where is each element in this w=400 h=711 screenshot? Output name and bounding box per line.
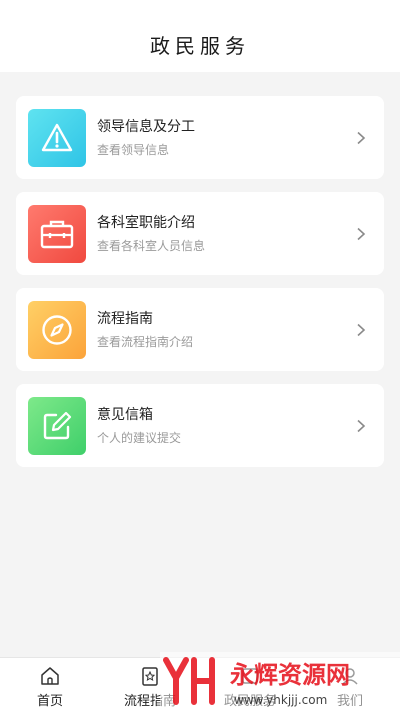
- card-subtitle: 个人的建议提交: [97, 430, 182, 445]
- user-icon: [342, 668, 358, 685]
- tab-about-us[interactable]: 我们: [300, 658, 400, 711]
- page-title: 政民服务: [150, 34, 250, 58]
- compass-icon: [28, 300, 86, 359]
- card-title: 流程指南: [97, 310, 153, 327]
- tab-label: 我们: [336, 694, 363, 709]
- card-subtitle: 查看领导信息: [97, 142, 170, 157]
- service-icon: [242, 668, 258, 684]
- card-suggestion-box[interactable]: 意见信箱 个人的建议提交: [16, 384, 384, 467]
- tab-label: 流程指南: [123, 694, 176, 709]
- tab-label: 政民服务: [223, 694, 276, 709]
- tab-label: 首页: [36, 694, 63, 709]
- card-process-guide[interactable]: 流程指南 查看流程指南介绍: [16, 288, 384, 371]
- home-icon: [41, 667, 59, 685]
- card-subtitle: 查看各科室人员信息: [97, 238, 206, 253]
- edit-icon: [28, 396, 86, 455]
- tab-gov-service[interactable]: 政民服务: [200, 658, 300, 711]
- card-department-intro[interactable]: 各科室职能介绍 查看各科室人员信息: [16, 192, 384, 275]
- tab-process-guide[interactable]: 流程指南: [100, 658, 200, 711]
- briefcase-icon: [28, 204, 86, 263]
- service-card-list: 领导信息及分工 查看领导信息 各科室职能介绍 查看各科室人员信息 流程指南 查看…: [16, 96, 384, 480]
- chevron-right-icon: [357, 419, 366, 432]
- card-subtitle: 查看流程指南介绍: [97, 334, 194, 349]
- top-header: 政民服务: [0, 0, 400, 72]
- chevron-right-icon: [357, 131, 366, 144]
- bottom-tab-bar: 首页 流程指南 政民服务 我们: [0, 657, 400, 711]
- card-leader-info[interactable]: 领导信息及分工 查看领导信息: [16, 96, 384, 179]
- card-title: 意见信箱: [97, 406, 153, 423]
- guide-icon: [142, 667, 158, 686]
- card-title: 各科室职能介绍: [97, 214, 195, 231]
- chevron-right-icon: [357, 227, 366, 240]
- warning-triangle-icon: [28, 108, 86, 167]
- card-title: 领导信息及分工: [97, 118, 195, 135]
- tab-home[interactable]: 首页: [0, 658, 100, 711]
- chevron-right-icon: [357, 323, 366, 336]
